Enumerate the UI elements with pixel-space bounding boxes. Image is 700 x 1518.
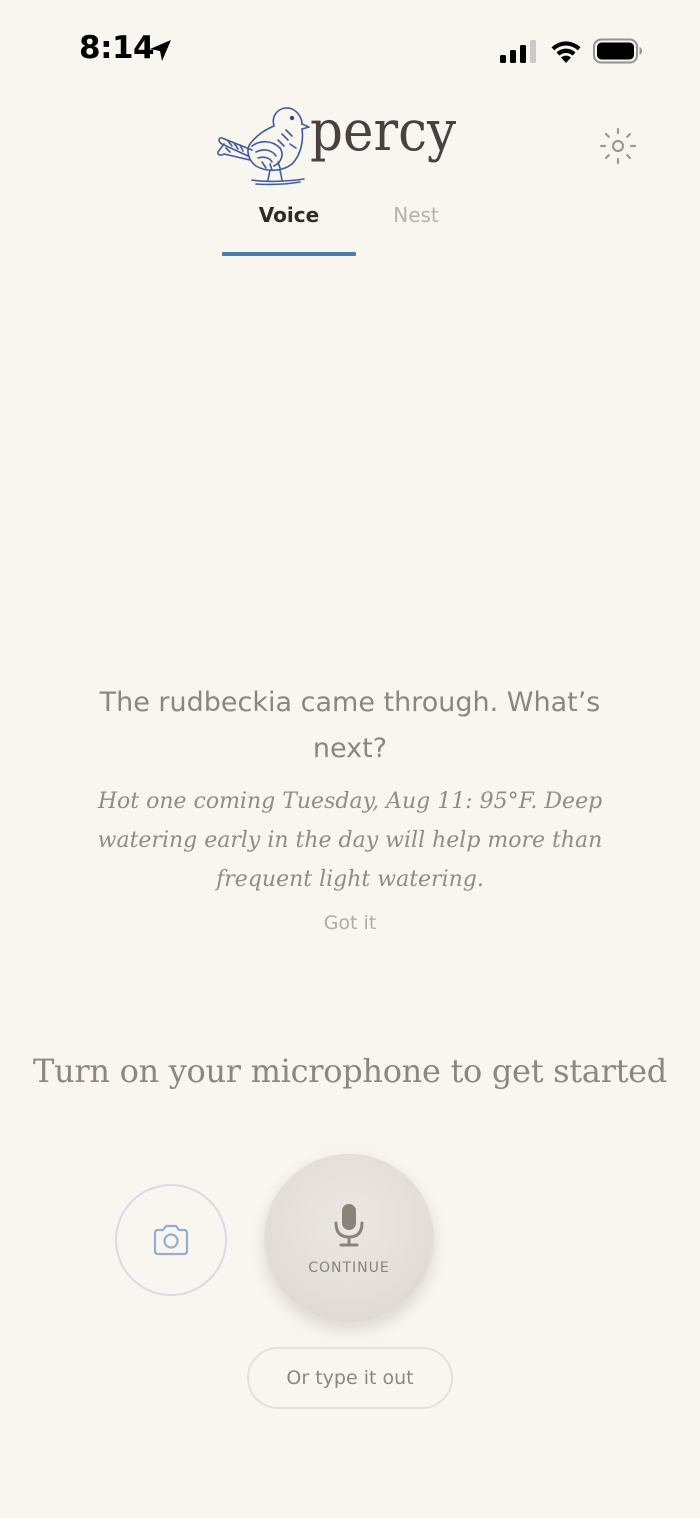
brand-wordmark: percy bbox=[310, 99, 457, 164]
continue-mic-button[interactable]: CONTINUE bbox=[264, 1154, 434, 1324]
active-tab-indicator bbox=[222, 252, 356, 256]
tab-bar: Voice Nest bbox=[0, 195, 700, 257]
status-time: 8:14 bbox=[79, 30, 155, 66]
battery-icon bbox=[593, 38, 642, 64]
location-arrow-icon bbox=[150, 40, 171, 61]
gear-icon bbox=[599, 127, 637, 165]
weather-tip: Hot one coming Tuesday, Aug 11: 95°F. De… bbox=[97, 789, 603, 892]
tab-nest[interactable]: Nest bbox=[356, 195, 476, 257]
cellular-signal-icon bbox=[500, 40, 536, 63]
continue-label: CONTINUE bbox=[308, 1260, 390, 1276]
camera-icon bbox=[153, 1224, 189, 1256]
camera-button[interactable] bbox=[115, 1184, 227, 1296]
status-bar: 8:14 bbox=[0, 0, 700, 100]
settings-button[interactable] bbox=[596, 124, 640, 168]
tab-voice[interactable]: Voice bbox=[222, 195, 356, 257]
message-headline: The rudbeckia came through. What’s next? bbox=[99, 687, 601, 764]
got-it-button[interactable]: Got it bbox=[290, 912, 410, 934]
wifi-icon bbox=[551, 41, 581, 63]
microphone-prompt: Turn on your microphone to get started bbox=[33, 1052, 667, 1090]
microphone-icon bbox=[334, 1204, 364, 1247]
bird-logo bbox=[217, 107, 310, 186]
type-it-out-button[interactable]: Or type it out bbox=[247, 1347, 453, 1409]
